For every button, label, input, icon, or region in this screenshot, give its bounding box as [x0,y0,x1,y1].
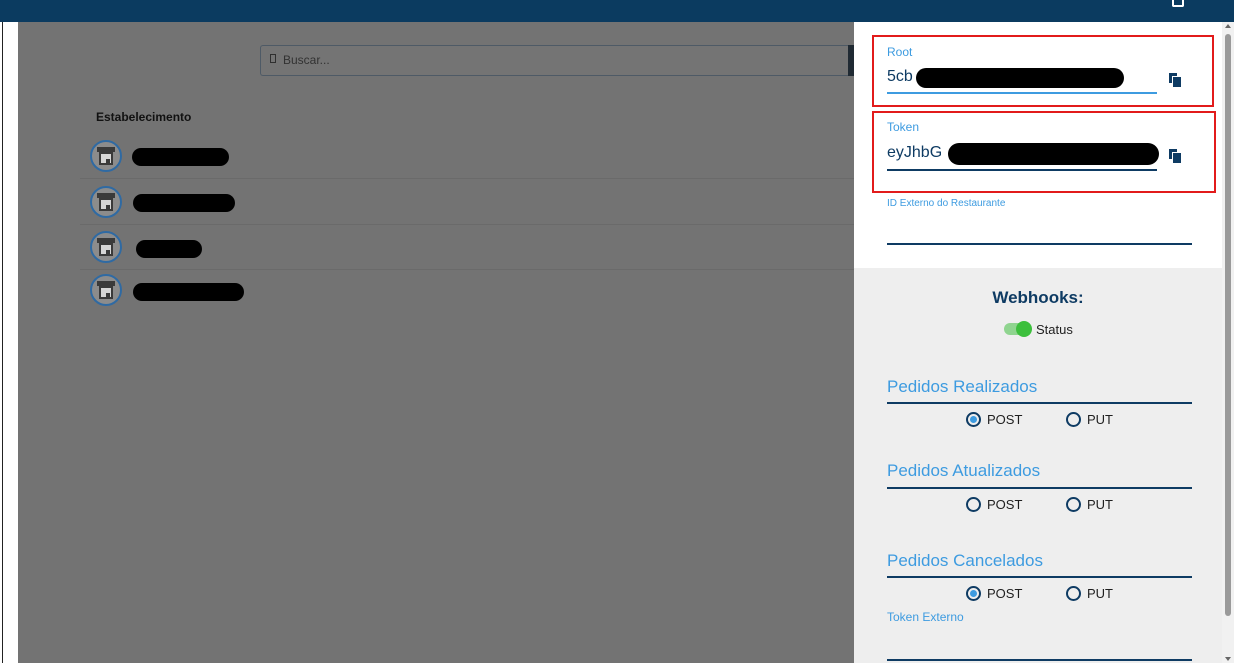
radio-label-post: POST [987,497,1023,512]
root-field[interactable]: 5cb [887,68,913,86]
list-item[interactable] [80,134,854,179]
redacted-name [133,283,244,301]
radio-realizados-post[interactable] [966,412,981,427]
radio-label-put: PUT [1087,497,1113,512]
webhooks-title: Webhooks: [992,288,1084,307]
radio-label-put: PUT [1087,412,1113,427]
external-token-underline [887,659,1192,661]
redacted-token [948,143,1159,165]
radio-label-post: POST [987,586,1023,601]
radio-label-post: POST [987,412,1023,427]
root-underline [887,92,1157,94]
drawer-scrollbar[interactable] [1222,22,1234,663]
external-token-label: Token Externo [887,610,964,624]
radio-label-put: PUT [1087,586,1113,601]
section-divider [887,402,1192,404]
external-id-underline [887,243,1192,245]
radio-atualizados-post[interactable] [966,497,981,512]
tray-icon[interactable] [1172,0,1184,7]
token-field[interactable]: eyJhbG [887,144,942,162]
search-input[interactable]: Buscar... [283,53,330,67]
column-header-establishment: Estabelecimento [96,110,192,124]
redacted-name [136,240,202,258]
redacted-name [133,194,235,212]
copy-icon[interactable] [1169,149,1181,163]
search-box[interactable]: Buscar... [260,45,854,76]
section-title-pedidos-atualizados: Pedidos Atualizados [887,461,1041,480]
store-avatar [90,231,122,263]
section-title-pedidos-realizados: Pedidos Realizados [887,377,1038,396]
section-divider [887,487,1192,489]
redacted-root [916,68,1124,88]
section-divider [887,576,1192,578]
store-avatar [90,140,122,172]
radio-cancelados-put[interactable] [1066,586,1081,601]
left-frame-line [2,22,3,663]
redacted-name [132,148,229,166]
section-title-pedidos-cancelados: Pedidos Cancelados [887,551,1043,570]
list-item[interactable] [80,225,854,270]
list-item[interactable] [80,180,854,225]
scroll-up-arrow-icon[interactable] [1225,24,1231,28]
store-avatar [90,186,122,218]
scroll-down-arrow-icon[interactable] [1225,657,1231,661]
token-underline [887,169,1157,171]
top-bar [0,0,1234,22]
token-label: Token [887,120,920,134]
status-toggle[interactable] [1004,321,1032,337]
search-icon [270,54,276,63]
copy-icon[interactable] [1169,73,1181,87]
external-id-label: ID Externo do Restaurante [887,198,1006,209]
store-avatar [90,274,122,306]
list-item[interactable] [80,268,854,313]
scroll-thumb[interactable] [1225,34,1231,616]
radio-atualizados-put[interactable] [1066,497,1081,512]
root-label: Root [887,45,913,59]
status-label: Status [1036,322,1073,337]
radio-realizados-put[interactable] [1066,412,1081,427]
radio-cancelados-post[interactable] [966,586,981,601]
config-drawer: Root 5cb Token eyJhbG ID Externo do Rest… [854,22,1222,663]
